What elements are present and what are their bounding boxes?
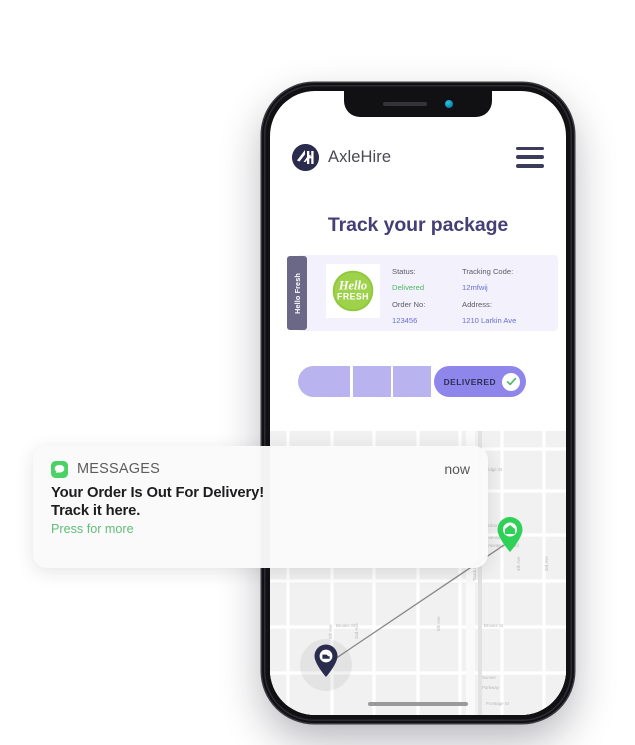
page-title: Track your package [327,214,509,236]
vendor-tab: Hello Fresh [287,256,307,330]
phone-notch [344,91,492,117]
push-notification[interactable]: MESSAGES now Your Order Is Out For Deliv… [33,446,488,568]
progress-segment-2 [352,366,391,397]
svg-text:Sunset: Sunset [482,675,496,680]
field-value-tracking-code: 12mfwij [462,283,488,293]
svg-text:4th Ave: 4th Ave [516,556,521,571]
vendor-logo-container: Hello FRESH [326,264,380,318]
svg-text:Brooks St: Brooks St [336,623,356,628]
notification-timestamp: now [444,461,470,477]
field-value-status: Delivered [392,283,425,293]
svg-text:Hello: Hello [338,279,367,293]
earpiece-speaker-icon [383,102,427,106]
svg-text:Brooks St: Brooks St [484,623,504,628]
shipment-fields: Status: Tracking Code: Delivered 12mfwij… [392,267,552,326]
check-circle-icon [502,372,520,391]
field-label-status: Status: [392,267,416,276]
notification-app-name: MESSAGES [77,461,160,477]
brand-name: AxleHire [328,147,392,166]
phone-device-frame: AxleHire Track your package Hello Fresh … [262,83,574,723]
axlehire-ah-monogram-icon [292,143,319,171]
field-label-order-no: Order No: [392,299,426,309]
svg-text:Frontage St: Frontage St [486,701,510,706]
vendor-tab-label: Hello Fresh [292,272,302,314]
phone-screen: AxleHire Track your package Hello Fresh … [270,91,566,715]
app-header: AxleHire [270,135,566,179]
shipment-card[interactable]: Hello Fresh Hello FRESH Status: Tracking… [287,255,558,331]
delivered-label: DELIVERED [443,376,496,387]
delivery-progress-bar: DELIVERED [298,366,526,397]
svg-text:FRESH: FRESH [337,291,369,301]
svg-text:5th Ave: 5th Ave [328,624,333,639]
notification-line-2: Track it here. [51,503,141,519]
brand-lockup: AxleHire [292,143,392,171]
hellofresh-logo: Hello FRESH [332,270,374,312]
home-indicator-bar [368,702,468,706]
progress-segment-1 [298,366,350,397]
svg-text:3rd Ave: 3rd Ave [544,556,549,571]
front-camera-icon [445,100,453,108]
svg-text:6th Ave: 6th Ave [436,616,441,631]
notification-line-1: Your Order Is Out For Delivery! [51,485,264,501]
notification-action-hint[interactable]: Press for more [51,522,470,536]
messages-app-icon [51,460,68,478]
progress-segment-delivered[interactable]: DELIVERED [433,366,526,397]
notification-header: MESSAGES now [51,460,470,478]
field-value-order-no: 123456 [392,316,418,326]
field-value-address: 1210 Larkin Ave [462,316,517,326]
field-label-address: Address: [462,299,492,309]
hamburger-menu-icon[interactable] [516,146,544,168]
progress-segment-3 [393,366,431,397]
svg-text:Parkway: Parkway [482,685,500,690]
svg-text:2nd Ave: 2nd Ave [354,623,359,639]
field-label-tracking-code: Tracking Code: [462,267,514,276]
